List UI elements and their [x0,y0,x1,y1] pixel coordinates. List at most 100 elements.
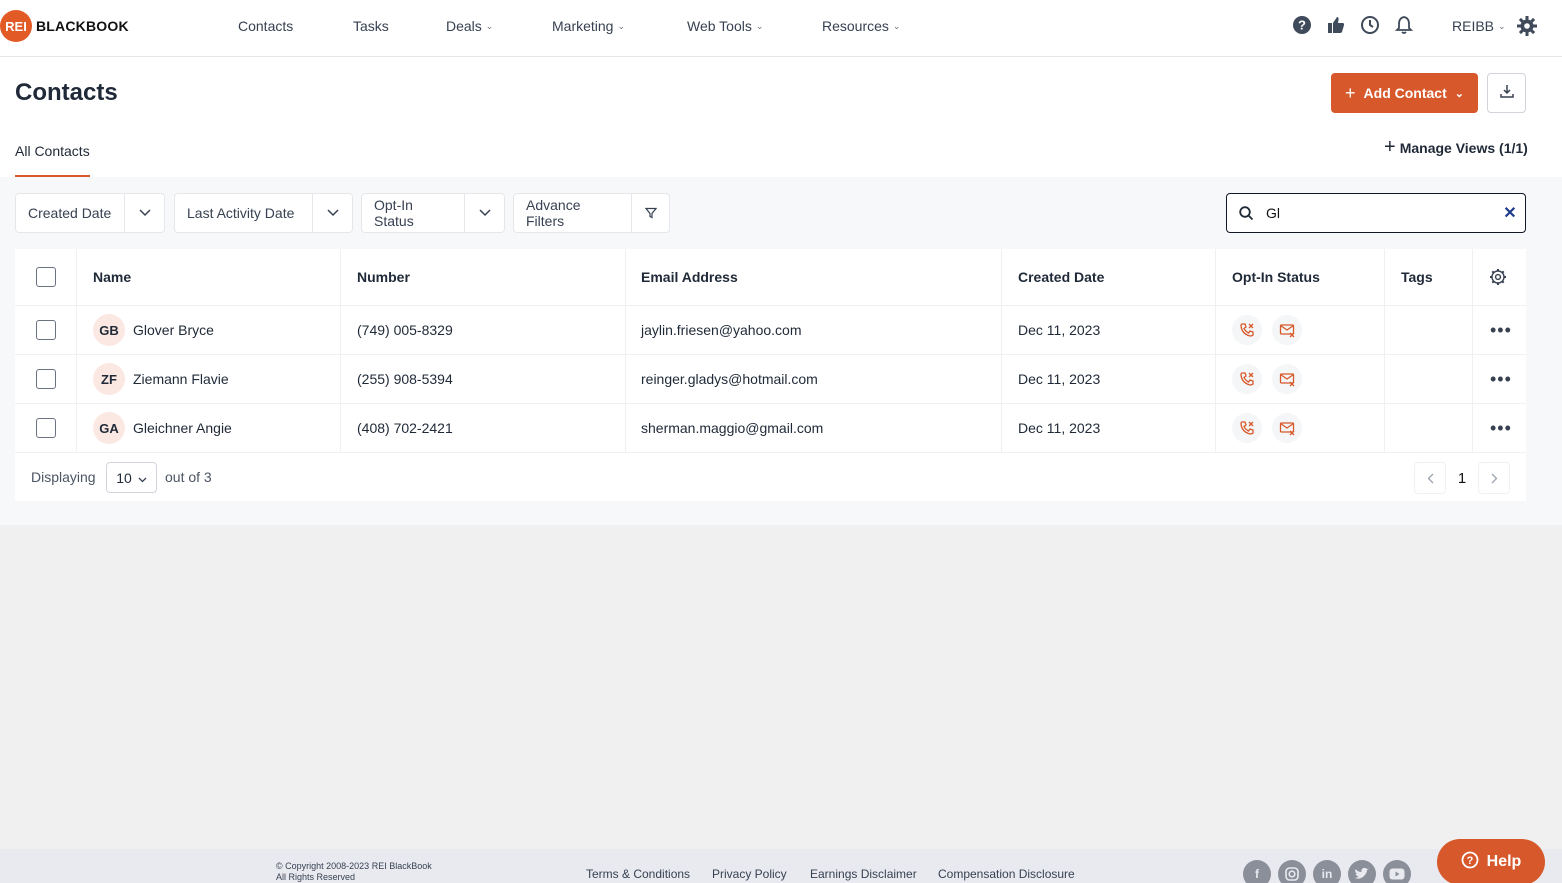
help-circle-icon[interactable]: ? [1291,14,1313,36]
thumbs-up-icon[interactable] [1325,14,1347,36]
clear-search-icon[interactable]: ✕ [1495,203,1525,223]
table-row[interactable]: GB Glover Bryce (749) 005-8329 jaylin.fr… [15,306,1526,355]
column-settings-icon[interactable] [1489,249,1507,305]
compensation-disclosure-link[interactable]: Compensation Disclosure [938,867,1075,881]
chevron-down-icon: ⌄ [617,20,626,31]
contacts-table: Name Number Email Address Created Date O… [15,249,1526,501]
chevron-down-icon[interactable] [312,194,352,232]
clock-icon[interactable] [1359,14,1381,36]
facebook-icon[interactable]: f [1243,860,1271,883]
filter-created-date[interactable]: Created Date [15,193,165,233]
add-contact-label: Add Contact [1363,85,1447,101]
row-actions-icon[interactable]: ••• [1490,404,1512,452]
nav-deals[interactable]: Deals ⌄ [446,18,493,34]
download-icon [1499,84,1514,103]
earnings-disclaimer-link[interactable]: Earnings Disclaimer [810,867,917,881]
email-optout-icon[interactable] [1272,413,1302,443]
row-checkbox[interactable] [36,320,56,340]
displaying-label: Displaying [31,469,96,485]
terms-link[interactable]: Terms & Conditions [586,867,690,881]
add-contact-button[interactable]: + Add Contact ⌄ [1331,73,1478,113]
filter-advance[interactable]: Advance Filters [513,193,670,233]
search-box[interactable]: ✕ [1226,193,1526,233]
help-circle-icon: ? [1461,851,1479,874]
account-menu[interactable]: REIBB ⌄ [1452,18,1506,34]
bell-icon[interactable] [1393,14,1415,36]
nav-web-tools[interactable]: Web Tools ⌄ [687,18,763,34]
twitter-icon[interactable] [1348,860,1376,883]
copyright-line: © Copyright 2008-2023 REI BlackBook [276,861,432,871]
chevron-down-icon[interactable] [464,194,504,232]
nav-tasks[interactable]: Tasks [353,18,389,34]
phone-optout-icon[interactable] [1232,413,1262,443]
plus-icon: + [1345,82,1356,103]
youtube-icon[interactable] [1383,860,1411,883]
table-row[interactable]: ZF Ziemann Flavie (255) 908-5394 reinger… [15,355,1526,404]
contact-name-cell[interactable]: GA Gleichner Angie [93,404,232,452]
nav-label: Tasks [353,18,389,34]
select-all-checkbox[interactable] [36,267,56,287]
filter-label: Created Date [28,205,112,221]
funnel-icon[interactable] [631,194,669,232]
logo-text: BLACKBOOK [36,18,129,34]
manage-views-button[interactable]: + Manage Views (1/1) [1384,136,1528,159]
gear-icon[interactable] [1516,15,1538,37]
contacts-content: Created Date Last Activity Date Opt-In S… [0,177,1562,525]
linkedin-icon[interactable]: in [1313,860,1341,883]
nav-label: Contacts [238,18,294,34]
chevron-down-icon: ⌄ [485,20,494,31]
filter-label: Advance Filters [526,197,581,229]
chevron-down-icon[interactable] [124,194,164,232]
prev-page-button[interactable] [1414,462,1446,494]
email-optout-icon[interactable] [1272,364,1302,394]
page-title: Contacts [15,79,118,106]
header-optin-status[interactable]: Opt-In Status [1232,249,1320,305]
top-navbar: REI BLACKBOOK Contacts Tasks Deals ⌄ Mark… [0,0,1562,57]
contact-name[interactable]: Gleichner Angie [133,420,232,436]
help-button[interactable]: ? Help [1437,839,1545,883]
contact-number: (408) 702-2421 [357,420,453,436]
logo-badge: REI [0,10,32,42]
row-checkbox[interactable] [36,418,56,438]
contact-email: reinger.gladys@hotmail.com [641,371,818,387]
filter-optin-status[interactable]: Opt-In Status [361,193,505,233]
logo[interactable]: REI BLACKBOOK [0,10,129,42]
plus-icon: + [1384,136,1396,158]
next-page-button[interactable] [1478,462,1510,494]
phone-optout-icon[interactable] [1232,315,1262,345]
header-name[interactable]: Name [93,249,131,305]
avatar: GA [93,412,125,444]
contact-name-cell[interactable]: GB Glover Bryce [93,306,214,354]
header-created-date[interactable]: Created Date [1018,249,1104,305]
page-header: Contacts + Add Contact ⌄ All Contacts + … [0,57,1562,177]
phone-optout-icon[interactable] [1232,364,1262,394]
contact-name-cell[interactable]: ZF Ziemann Flavie [93,355,229,403]
header-tags[interactable]: Tags [1401,249,1433,305]
row-actions-icon[interactable]: ••• [1490,355,1512,403]
contact-name[interactable]: Ziemann Flavie [133,371,229,387]
row-checkbox[interactable] [36,369,56,389]
search-input[interactable] [1266,205,1495,221]
privacy-link[interactable]: Privacy Policy [712,867,787,881]
email-optout-icon[interactable] [1272,315,1302,345]
chevron-down-icon: ⌄ [1454,87,1464,100]
per-page-select[interactable]: 10 [106,462,157,493]
tab-all-contacts[interactable]: All Contacts [15,143,90,177]
table-row[interactable]: GA Gleichner Angie (408) 702-2421 sherma… [15,404,1526,453]
contact-name[interactable]: Glover Bryce [133,322,214,338]
optin-status-cell [1232,355,1312,403]
pagination-bar: Displaying 10 out of 3 1 [15,453,1526,501]
nav-contacts[interactable]: Contacts [238,18,293,34]
header-email[interactable]: Email Address [641,249,738,305]
nav-marketing[interactable]: Marketing ⌄ [552,18,625,34]
header-number[interactable]: Number [357,249,410,305]
table-header-row: Name Number Email Address Created Date O… [15,249,1526,306]
filter-last-activity-date[interactable]: Last Activity Date [174,193,353,233]
nav-label: Web Tools [687,18,752,34]
download-button[interactable] [1487,73,1526,113]
page-number[interactable]: 1 [1446,462,1478,494]
instagram-icon[interactable] [1278,860,1306,883]
row-actions-icon[interactable]: ••• [1490,306,1512,354]
nav-resources[interactable]: Resources ⌄ [822,18,900,34]
help-label: Help [1486,853,1522,870]
